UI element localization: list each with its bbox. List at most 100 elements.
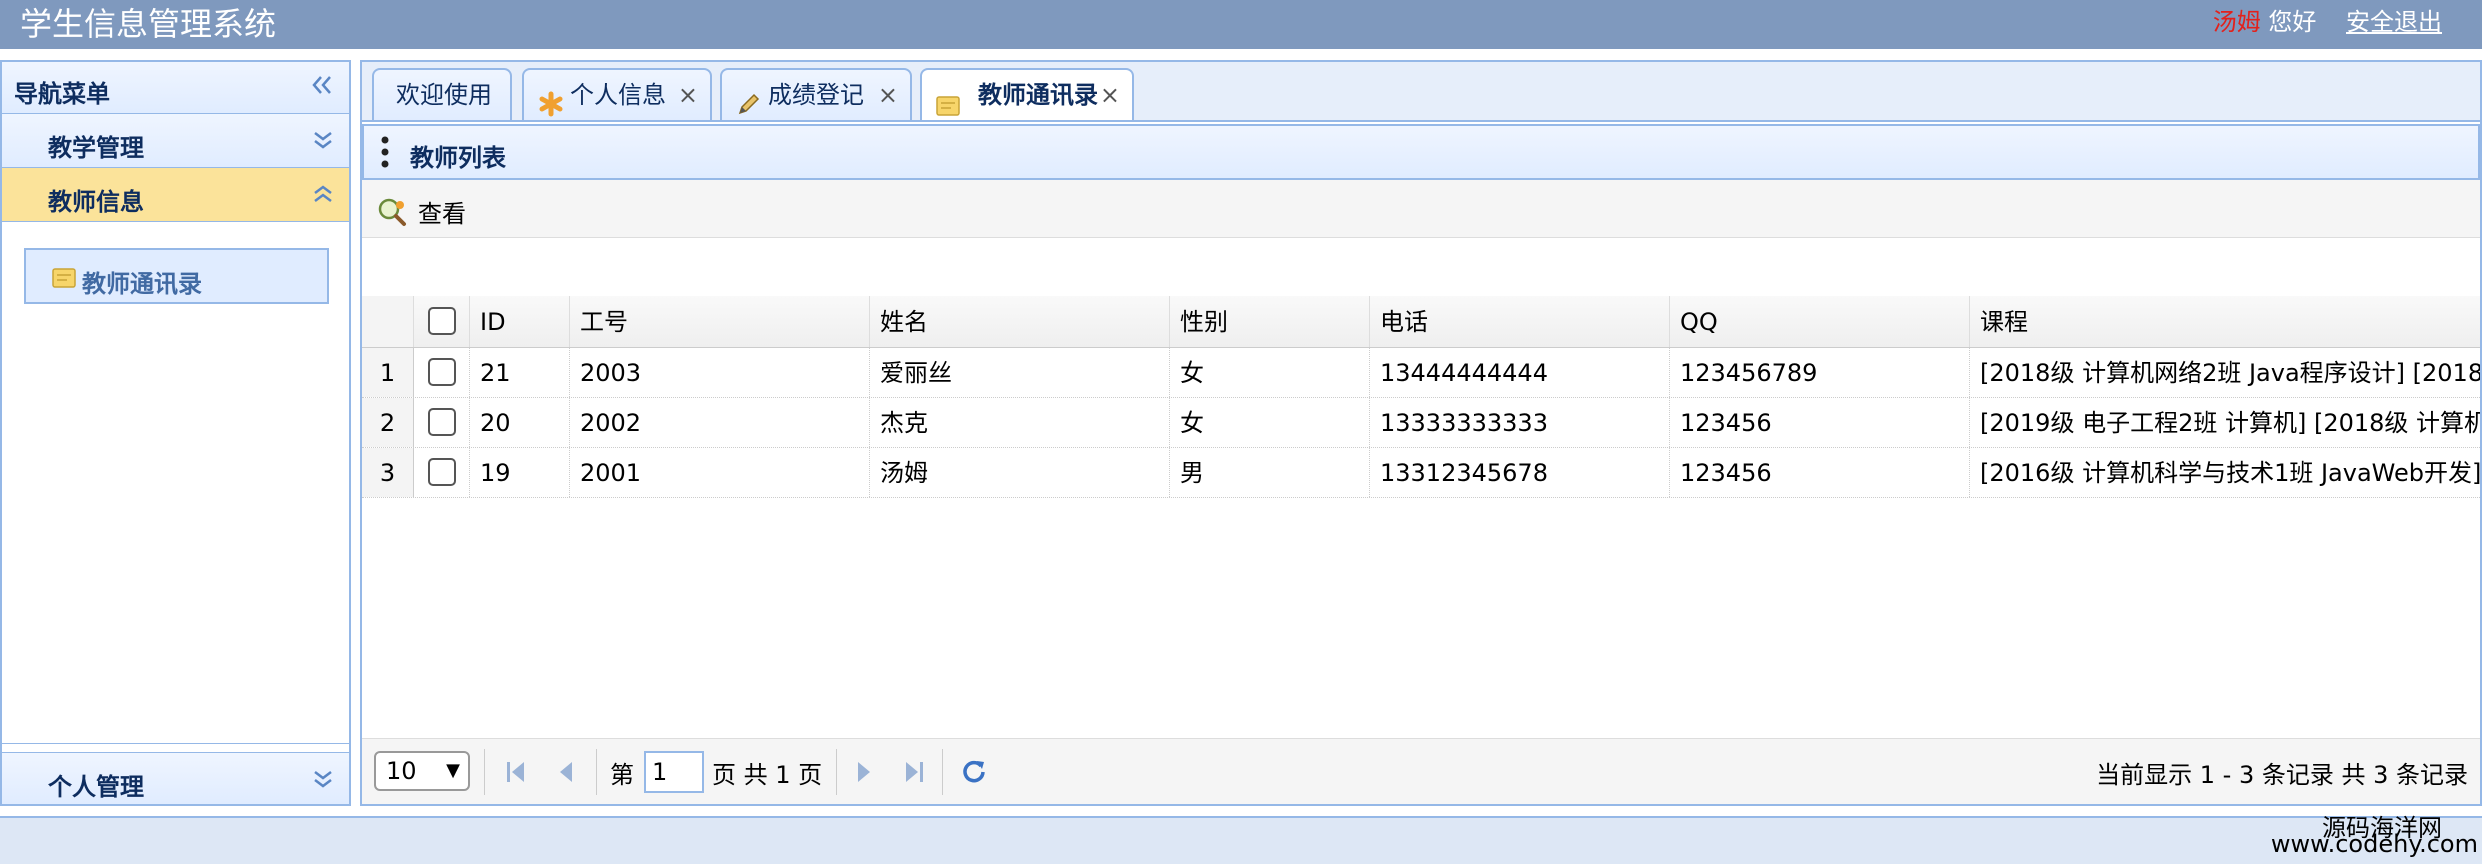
tab-label: 教师通讯录 [978, 81, 1098, 109]
contact-book-icon [52, 267, 76, 293]
select-all-checkbox-cell [414, 296, 470, 347]
app-header: 学生信息管理系统 汤姆 您好 安全退出 [0, 0, 2482, 49]
cell-course: [2018级 计算机网络2班 Java程序设计] [2018级 [1980, 359, 2480, 387]
sidebar-panel-body: 教师通讯录 [2, 222, 349, 744]
row-number: 1 [362, 348, 414, 397]
close-icon[interactable]: × [1100, 70, 1120, 120]
sidebar-item-label: 教师通讯录 [82, 270, 202, 298]
cell-gender: 女 [1170, 348, 1370, 397]
cell-qq: 123456789 [1670, 348, 1970, 397]
column-header-number[interactable]: 工号 [570, 296, 870, 347]
cell-number: 2002 [570, 398, 870, 447]
sidebar-item-teacher-contacts[interactable]: 教师通讯录 [24, 248, 329, 304]
cell-number: 2001 [570, 448, 870, 497]
cell-id: 19 [470, 448, 570, 497]
panel-title: 教师列表 [410, 144, 506, 172]
cell-name: 汤姆 [870, 448, 1170, 497]
sidebar-title: 导航菜单 [14, 80, 110, 108]
panel-title-bar: 教师列表 [362, 124, 2480, 180]
pagination-bar: 10 ▼ 第 1 页 共 1 页 当前显示 1 - 3 条记录 共 3 条记录 [362, 738, 2480, 804]
sidebar-panel-personal[interactable]: 个人管理 [2, 752, 349, 804]
expand-down-icon[interactable] [311, 767, 335, 795]
first-page-icon[interactable] [504, 759, 528, 789]
user-name: 汤姆 [2212, 8, 2261, 36]
collapse-up-icon[interactable] [311, 182, 335, 210]
row-checkbox[interactable] [427, 408, 456, 436]
row-checkbox[interactable] [427, 458, 456, 486]
row-checkbox-cell [414, 448, 470, 497]
teacher-grid: ID 工号 姓名 性别 电话 QQ 课程 1 21 2003 爱丽丝 女 134… [362, 296, 2480, 498]
collapse-left-icon[interactable] [309, 72, 335, 102]
tab-label: 成绩登记 [768, 81, 864, 109]
tab-teacher-contacts[interactable]: 教师通讯录 × [920, 68, 1134, 124]
chevron-down-icon: ▼ [446, 760, 460, 781]
pager-separator [942, 749, 943, 795]
status-footer [0, 816, 2482, 864]
page-total: 页 共 1 页 [712, 761, 823, 789]
cell-phone: 13333333333 [1370, 398, 1670, 447]
tab-welcome[interactable]: 欢迎使用 [372, 68, 512, 122]
tab-personal-info[interactable]: 个人信息 × [522, 68, 712, 122]
sidebar-panel-teacher-info[interactable]: 教师信息 [2, 168, 349, 222]
row-checkbox[interactable] [427, 358, 456, 386]
column-header-course[interactable]: 课程 [1970, 296, 2480, 347]
sidebar-panel-teaching[interactable]: 教学管理 [2, 114, 349, 168]
cell-number: 2003 [570, 348, 870, 397]
next-page-icon[interactable] [854, 759, 874, 789]
grid-toolbar: 查看 [362, 180, 2480, 238]
cell-id: 21 [470, 348, 570, 397]
row-checkbox-cell [414, 348, 470, 397]
grid-header-row: ID 工号 姓名 性别 电话 QQ 课程 [362, 296, 2480, 348]
tab-score-entry[interactable]: 成绩登记 × [720, 68, 912, 122]
main-area: 欢迎使用 个人信息 × 成绩登记 × 教师通讯录 × 教师列表 查看 ID 工号… [360, 60, 2482, 806]
column-header-qq[interactable]: QQ [1670, 296, 1970, 347]
row-checkbox-cell [414, 398, 470, 447]
sidebar-header: 导航菜单 [2, 62, 349, 114]
last-page-icon[interactable] [902, 759, 926, 789]
prev-page-icon[interactable] [556, 759, 576, 789]
pager-separator [836, 749, 837, 795]
view-button-label: 查看 [418, 200, 466, 228]
tab-label: 个人信息 [570, 81, 666, 109]
pager-separator [484, 749, 485, 795]
cell-id: 20 [470, 398, 570, 447]
greeting-text: 您好 [2268, 8, 2317, 36]
cell-qq: 123456 [1670, 398, 1970, 447]
close-icon[interactable]: × [878, 70, 898, 120]
page-size-select[interactable]: 10 ▼ [374, 751, 470, 791]
refresh-icon[interactable] [960, 757, 988, 789]
magnifier-icon [376, 196, 408, 232]
sidebar-panel-label: 个人管理 [48, 773, 144, 801]
close-icon[interactable]: × [678, 70, 698, 120]
app-title: 学生信息管理系统 [20, 5, 277, 43]
expand-down-icon[interactable] [311, 128, 335, 156]
pager-separator [596, 749, 597, 795]
record-count-info: 当前显示 1 - 3 条记录 共 3 条记录 [2096, 761, 2468, 789]
tab-content: 教师列表 查看 ID 工号 姓名 性别 电话 QQ 课程 1 21 2003 爱… [362, 120, 2480, 804]
column-header-gender[interactable]: 性别 [1170, 296, 1370, 347]
cell-phone: 13444444444 [1370, 348, 1670, 397]
row-number: 2 [362, 398, 414, 447]
table-row[interactable]: 2 20 2002 杰克 女 13333333333 123456 [2019级… [362, 398, 2480, 448]
select-all-checkbox[interactable] [427, 307, 456, 335]
column-header-name[interactable]: 姓名 [870, 296, 1170, 347]
cell-gender: 男 [1170, 448, 1370, 497]
user-area: 汤姆 您好 安全退出 [2213, 6, 2442, 38]
vertical-dots-icon [380, 136, 390, 172]
cell-name: 爱丽丝 [870, 348, 1170, 397]
page-number-input[interactable]: 1 [644, 751, 704, 793]
page-size-value: 10 [386, 757, 417, 785]
logout-link[interactable]: 安全退出 [2346, 8, 2442, 36]
table-row[interactable]: 1 21 2003 爱丽丝 女 13444444444 123456789 [2… [362, 348, 2480, 398]
row-number: 3 [362, 448, 414, 497]
sidebar-panel-label: 教学管理 [48, 134, 144, 162]
tab-label: 欢迎使用 [396, 81, 492, 109]
navigation-sidebar: 导航菜单 教学管理 教师信息 教师通讯录 个人管理 [0, 60, 351, 806]
cell-course: [2016级 计算机科学与技术1班 JavaWeb开发] [1980, 459, 2480, 487]
cell-qq: 123456 [1670, 448, 1970, 497]
column-header-id[interactable]: ID [470, 296, 570, 347]
cell-gender: 女 [1170, 398, 1370, 447]
cell-phone: 13312345678 [1370, 448, 1670, 497]
table-row[interactable]: 3 19 2001 汤姆 男 13312345678 123456 [2016级… [362, 448, 2480, 498]
column-header-phone[interactable]: 电话 [1370, 296, 1670, 347]
